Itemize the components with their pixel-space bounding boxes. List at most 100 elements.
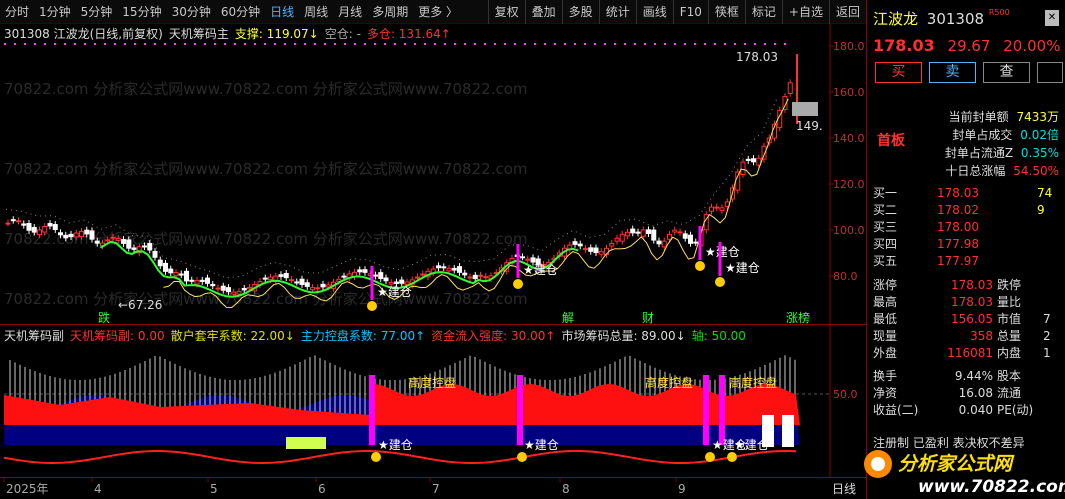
candle-body <box>68 233 74 238</box>
seal-ratio-label: 封单占成交 <box>952 128 1013 142</box>
seal-amount: 7433万 <box>1016 110 1059 124</box>
candle-body <box>215 287 221 290</box>
bid-row[interactable]: 买三 178.00 <box>873 218 1037 235</box>
bid-label: 买三 <box>873 220 898 234</box>
stock-code: 301308 <box>926 10 985 28</box>
candle-body <box>173 272 179 277</box>
bid-row[interactable]: 买一 178.03 74 <box>873 184 1052 201</box>
bid-volume: 74 <box>1037 186 1053 200</box>
sub-indicator-value-1: 散户套牢系数: 22.00↓ <box>170 329 295 343</box>
stat-label-2: 跌停 <box>997 278 1022 292</box>
main-chart[interactable]: 70822.com 分析家公式网www.70822.com 分析家公式网www.… <box>0 24 866 325</box>
buy-button[interactable]: 买 <box>875 62 922 83</box>
toolbar-button-3[interactable]: 统计 <box>598 0 636 24</box>
toolbar-button-0[interactable]: 复权 <box>487 0 525 24</box>
period-tab-5[interactable]: 60分钟 <box>216 0 265 24</box>
close-icon[interactable]: ✕ <box>1045 10 1059 26</box>
build-coin-icon <box>715 277 725 287</box>
candle-body <box>661 240 667 248</box>
candle-body <box>787 82 793 94</box>
build-coin-icon <box>727 452 737 462</box>
stat-row: 收益(二) 0.040 PE(动) <box>873 401 1043 418</box>
bid-price: 177.97 <box>937 254 979 268</box>
period-tab-2[interactable]: 5分钟 <box>76 0 118 24</box>
low-marker: ←67.26 <box>118 298 162 312</box>
svg-text:www.70822.com: www.70822.com <box>918 477 1065 497</box>
candle-body <box>79 230 84 237</box>
toolbar-button-9[interactable]: 返回 <box>828 0 866 24</box>
bid-label: 买五 <box>873 254 898 268</box>
event-tag: 解 <box>562 311 574 325</box>
candle-body <box>693 241 699 244</box>
watermark-text: 70822.com 分析家公式网www.70822.com 分析家公式网www.… <box>4 80 528 98</box>
seal-float-row: 封单占流通Z 0.35% <box>945 144 1059 161</box>
indicator-name[interactable]: 天机筹码主 <box>169 25 229 42</box>
candles <box>5 79 793 298</box>
candle-body <box>16 220 21 223</box>
period-tab-6[interactable]: 日线 <box>265 0 299 24</box>
period-tab-4[interactable]: 30分钟 <box>167 0 216 24</box>
toolbar-button-2[interactable]: 多股 <box>561 0 599 24</box>
period-tab-10[interactable]: 更多 〉 <box>413 0 463 24</box>
candle-body <box>588 247 594 252</box>
period-tab-0[interactable]: 分时 <box>0 0 34 24</box>
toolbar-button-4[interactable]: 画线 <box>635 0 673 24</box>
candle-body <box>646 229 651 234</box>
sub-indicator-value-3: 资金流入强度: 30.00↑ <box>431 329 556 343</box>
sub-chart-canvas[interactable]: 50.0高度控盘 高度控盘 高度控盘★建仓 ★建仓 ★建仓★建仓 <box>0 325 866 477</box>
sub-chart-header: 天机筹码副 天机筹码副: 0.00 散户套牢系数: 22.00↓ 主力控盘系数: 77… <box>4 327 746 344</box>
stock-label: 301308 江波龙(日线,前复权) <box>4 27 163 41</box>
toolbar-button-1[interactable]: 叠加 <box>524 0 562 24</box>
period-tab-3[interactable]: 15分钟 <box>117 0 166 24</box>
candle-body <box>714 206 720 209</box>
build-coin-icon <box>513 279 523 289</box>
stat-row: 最高 178.03 量比 <box>873 293 1043 310</box>
period-tab-7[interactable]: 周线 <box>299 0 333 24</box>
date-label: 8 <box>562 482 570 496</box>
candle-body <box>520 256 525 259</box>
query-button[interactable]: 查 <box>983 62 1030 83</box>
period-tab-9[interactable]: 多周期 <box>367 0 413 24</box>
candle-body <box>73 232 79 238</box>
ten-day-label: 十日总涨幅 <box>945 164 1006 178</box>
period-tab-1[interactable]: 1分钟 <box>34 0 76 24</box>
event-tag: 财 <box>642 311 654 325</box>
period-tab-8[interactable]: 月线 <box>333 0 367 24</box>
bid-row[interactable]: 买五 177.97 <box>873 252 1037 269</box>
candle-body <box>273 275 279 281</box>
sell-button[interactable]: 卖 <box>929 62 976 83</box>
build-annotation: ★建仓 <box>524 438 559 452</box>
toolbar-button-5[interactable]: F10 <box>672 0 708 24</box>
candle-body <box>525 258 531 261</box>
price-tick-label: 140.0 <box>833 132 865 145</box>
sub-chart[interactable]: 50.0 高度控盘 高度控盘 高度控盘 ★建仓 ★建仓 ★建仓 ★建仓 天机筹码副 天机筹码副:… <box>0 325 866 477</box>
main-chart-canvas[interactable]: 70822.com 分析家公式网www.70822.com 分析家公式网www.… <box>0 24 866 325</box>
capital-flow-line <box>3 450 797 465</box>
toolbar-button-7[interactable]: 标记 <box>744 0 782 24</box>
more-button[interactable] <box>1037 62 1063 83</box>
candle-body <box>63 234 69 239</box>
candle-body <box>105 239 111 242</box>
candle-body <box>709 206 714 212</box>
date-label: 9 <box>678 482 686 496</box>
high-marker: 178.03 <box>736 50 778 64</box>
candle-body <box>740 161 746 175</box>
candle-body <box>388 282 394 285</box>
candle-body <box>651 229 657 241</box>
ten-day: 54.50% <box>1013 164 1059 178</box>
stat-value: 178.03 <box>951 278 993 292</box>
bid-row[interactable]: 买二 178.02 9 <box>873 201 1045 218</box>
stat-label: 涨停 <box>873 278 898 292</box>
candle-body <box>415 276 420 279</box>
candle-body <box>163 262 168 272</box>
bid-row[interactable]: 买四 177.98 <box>873 235 1037 252</box>
toolbar-button-8[interactable]: +自选 <box>781 0 829 24</box>
sub-axis-label: 50.0 <box>833 388 858 401</box>
candle-body <box>446 267 452 272</box>
stat-value-2: 7 <box>1043 312 1051 326</box>
candle-body <box>614 237 620 242</box>
toolbar-button-6[interactable]: 筷框 <box>707 0 745 24</box>
sub-indicator-name[interactable]: 天机筹码副 <box>4 327 64 344</box>
candle-body <box>420 273 426 276</box>
seal-amount-row: 当前封单额 7433万 <box>949 108 1059 125</box>
